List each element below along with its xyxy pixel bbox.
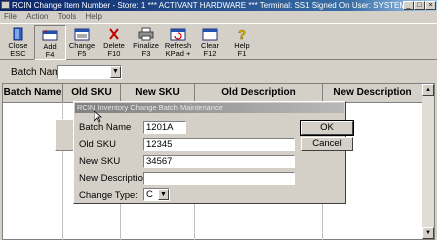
- menu-file[interactable]: File: [4, 12, 17, 21]
- cancel-button[interactable]: Cancel: [301, 137, 353, 151]
- new-description-label: New Description: [79, 173, 149, 184]
- toolbar: Close ESC + Add F4 Change F5 Delete F10 Fina…: [0, 23, 437, 60]
- old-sku-field[interactable]: 12345: [143, 138, 295, 151]
- change-button[interactable]: Change F5: [66, 25, 98, 60]
- scroll-up-icon[interactable]: ▲: [422, 84, 434, 96]
- window-title: RCIN Change Item Number - Store: 1 *** A…: [12, 1, 407, 10]
- col-old-sku[interactable]: Old SKU: [63, 84, 121, 102]
- svg-text:+: +: [44, 29, 48, 36]
- new-description-field[interactable]: [143, 172, 295, 185]
- ok-button[interactable]: OK: [300, 120, 354, 136]
- finalize-button[interactable]: Finalize F3: [130, 25, 162, 60]
- batch-name-field-label: Batch Name: [79, 122, 132, 133]
- chevron-down-icon[interactable]: ▼: [110, 66, 121, 78]
- add-button[interactable]: + Add F4: [34, 25, 66, 60]
- refresh-button[interactable]: Refresh KPad +: [162, 25, 194, 60]
- dialog-title[interactable]: RCIN Inventory Change Batch Maintenance: [75, 103, 344, 113]
- clear-icon: [202, 27, 218, 41]
- change-icon: [74, 27, 90, 41]
- close-button[interactable]: Close ESC: [2, 25, 34, 60]
- finalize-printer-icon: [138, 27, 154, 41]
- clear-button[interactable]: Clear F12: [194, 25, 226, 60]
- help-button[interactable]: ? Help F1: [226, 25, 258, 60]
- col-old-description[interactable]: Old Description: [195, 84, 323, 102]
- col-batch-name[interactable]: Batch Name: [3, 84, 63, 102]
- change-type-label: Change Type:: [79, 190, 138, 201]
- menu-action[interactable]: Action: [26, 12, 48, 21]
- scroll-down-icon[interactable]: ▼: [422, 227, 434, 239]
- delete-button[interactable]: Delete F10: [98, 25, 130, 60]
- menu-help[interactable]: Help: [86, 12, 102, 21]
- minimize-button[interactable]: _: [403, 1, 414, 10]
- app-icon: [1, 1, 10, 9]
- delete-x-icon: [106, 27, 122, 41]
- window-titlebar[interactable]: RCIN Change Item Number - Store: 1 *** A…: [0, 0, 437, 11]
- new-sku-field[interactable]: 34567: [143, 155, 295, 168]
- old-sku-label: Old SKU: [79, 139, 116, 150]
- new-sku-label: New SKU: [79, 156, 121, 167]
- svg-text:?: ?: [238, 27, 246, 41]
- add-icon: +: [42, 28, 58, 42]
- change-type-select[interactable]: C ▼: [143, 188, 170, 201]
- maximize-button[interactable]: □: [414, 1, 425, 10]
- mouse-cursor-icon: [94, 111, 102, 123]
- menu-tools[interactable]: Tools: [58, 12, 77, 21]
- change-type-value: C: [146, 189, 153, 200]
- close-door-icon: [10, 27, 26, 41]
- col-new-description[interactable]: New Description: [323, 84, 423, 102]
- batch-name-combo[interactable]: ▼: [57, 65, 122, 79]
- help-question-icon: ?: [234, 27, 250, 43]
- batch-name-field[interactable]: 1201A: [143, 121, 186, 134]
- batch-maintenance-dialog: RCIN Inventory Change Batch Maintenance …: [73, 101, 354, 204]
- close-window-button[interactable]: ×: [425, 1, 436, 10]
- chevron-down-icon[interactable]: ▼: [158, 189, 169, 200]
- menu-bar: File Action Tools Help: [0, 11, 437, 23]
- col-new-sku[interactable]: New SKU: [121, 84, 195, 102]
- vertical-scrollbar[interactable]: ▲ ▼: [422, 84, 434, 239]
- refresh-icon: [170, 27, 186, 41]
